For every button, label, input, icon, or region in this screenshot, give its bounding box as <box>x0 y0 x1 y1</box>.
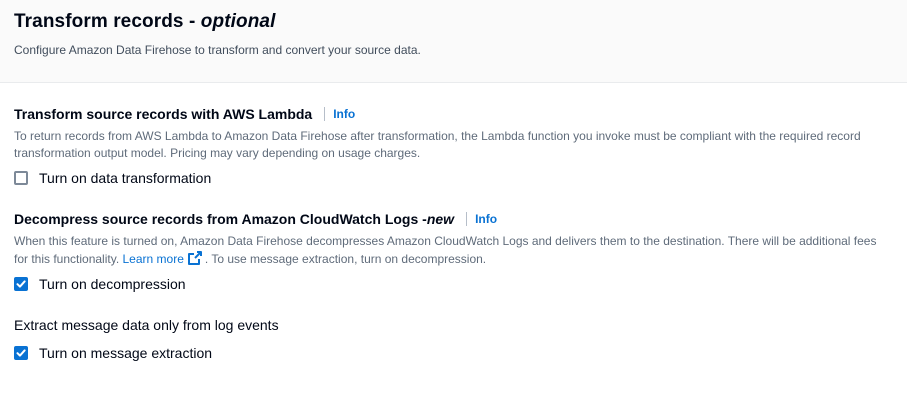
decompress-heading-text: Decompress source records from Amazon Cl… <box>14 211 427 227</box>
lambda-section: Transform source records with AWS Lambda… <box>14 105 893 188</box>
lambda-description: To return records from AWS Lambda to Ama… <box>14 129 861 160</box>
lambda-heading: Transform source records with AWS Lambda… <box>14 105 893 123</box>
decompress-description-suffix: . To use message extraction, turn on dec… <box>204 252 487 266</box>
decompress-info-link[interactable]: Info <box>475 210 497 228</box>
check-icon <box>16 349 26 357</box>
decompression-label[interactable]: Turn on decompression <box>39 274 186 294</box>
divider <box>324 107 326 121</box>
title-optional: optional <box>200 11 276 32</box>
decompress-description: When this feature is turned on, Amazon D… <box>14 233 893 268</box>
data-transformation-checkbox-row[interactable]: Turn on data transformation <box>14 168 893 188</box>
check-icon <box>16 280 26 288</box>
decompression-checkbox[interactable] <box>14 277 28 291</box>
message-extraction-checkbox-row[interactable]: Turn on message extraction <box>14 343 893 363</box>
extract-section: Extract message data only from log event… <box>14 316 893 363</box>
divider <box>466 212 468 226</box>
lambda-heading-text: Transform source records with AWS Lambda <box>14 106 313 122</box>
container-body: Transform source records with AWS Lambda… <box>0 83 907 363</box>
decompress-section: Decompress source records from Amazon Cl… <box>14 210 893 294</box>
page-title: Transform records - optional <box>14 10 893 34</box>
decompression-checkbox-row[interactable]: Turn on decompression <box>14 274 893 294</box>
data-transformation-checkbox[interactable] <box>14 171 28 185</box>
data-transformation-label[interactable]: Turn on data transformation <box>39 168 211 188</box>
message-extraction-checkbox[interactable] <box>14 346 28 360</box>
extract-label: Extract message data only from log event… <box>14 317 279 333</box>
title-text: Transform records - <box>14 11 201 32</box>
learn-more-link[interactable]: Learn more <box>123 252 184 266</box>
lambda-info-link[interactable]: Info <box>333 105 355 123</box>
decompress-heading-new: new <box>426 211 455 227</box>
external-link-icon[interactable] <box>187 250 203 266</box>
decompress-heading: Decompress source records from Amazon Cl… <box>14 210 893 228</box>
container-header: Transform records - optional Configure A… <box>0 0 907 83</box>
message-extraction-label[interactable]: Turn on message extraction <box>39 343 212 363</box>
page-description: Configure Amazon Data Firehose to transf… <box>14 43 421 57</box>
